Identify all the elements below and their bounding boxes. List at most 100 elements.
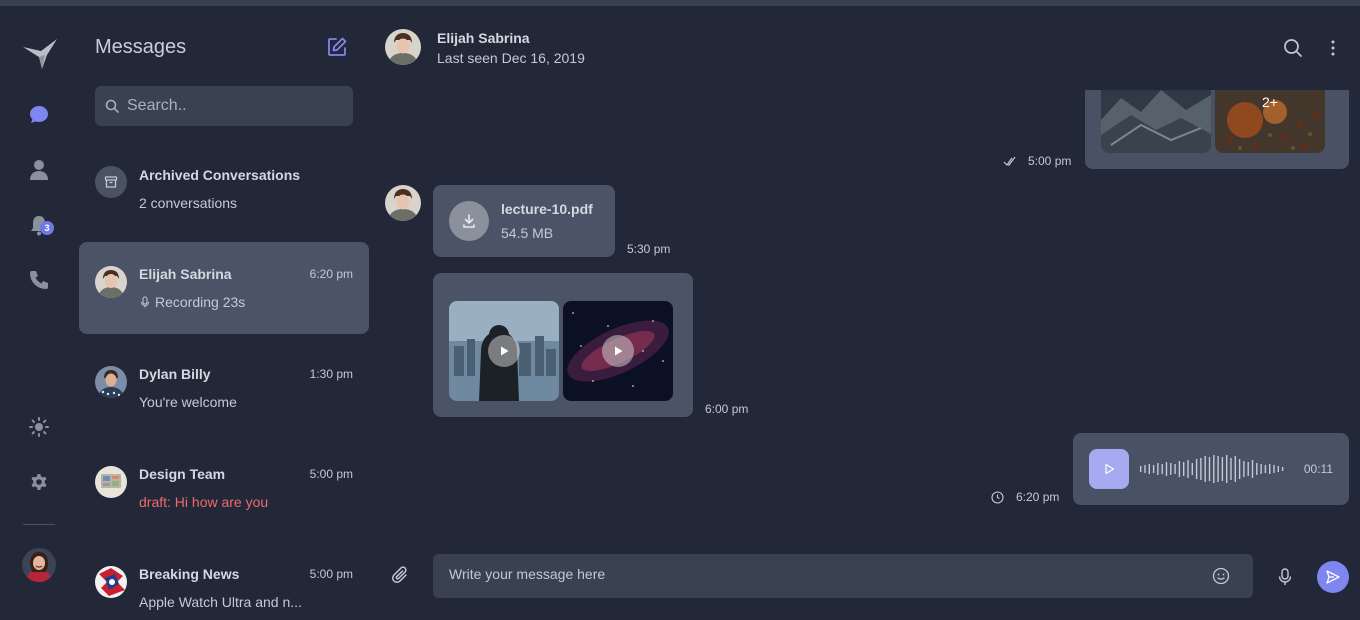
contact-avatar[interactable]: [385, 29, 421, 65]
avatar: [95, 466, 127, 498]
file-name[interactable]: lecture-10.pdf: [501, 201, 593, 217]
gear-icon[interactable]: [27, 470, 51, 494]
archived-conversations-title[interactable]: Archived Conversations: [139, 167, 300, 183]
gallery-image-pumpkins[interactable]: 2+: [1215, 90, 1325, 153]
nav-rail: 3: [0, 6, 79, 620]
search-input[interactable]: [127, 97, 347, 115]
waveform-bar: [1226, 455, 1228, 483]
audio-waveform[interactable]: [1139, 453, 1289, 485]
message-time: 5:30 pm: [627, 242, 671, 256]
audio-duration: 00:11: [1303, 462, 1333, 476]
waveform-bar: [1277, 466, 1279, 472]
send-button[interactable]: [1317, 561, 1349, 593]
my-avatar[interactable]: [22, 548, 56, 582]
conversation-time: 5:00 pm: [309, 467, 353, 481]
waveform-bar: [1260, 464, 1262, 474]
conversation-item[interactable]: Design Team 5:00 pm draft: Hi how are yo…: [79, 442, 369, 534]
waveform-bar: [1174, 464, 1176, 474]
waveform-bar: [1243, 461, 1245, 477]
conversation-preview-text: Recording 23s: [155, 294, 246, 310]
conversation-preview: Recording 23s: [139, 294, 245, 310]
avatar: [95, 266, 127, 298]
waveform-bar: [1251, 460, 1254, 478]
waveform-bar: [1187, 460, 1189, 478]
conversation-item[interactable]: Breaking News 5:00 pm Apple Watch Ultra …: [79, 542, 369, 620]
waveform-bar: [1234, 456, 1236, 482]
waveform-bar: [1178, 461, 1181, 477]
waveform-bar: [1217, 456, 1219, 482]
waveform-bar: [1191, 463, 1193, 475]
chat-bubble-icon[interactable]: [27, 103, 51, 127]
rail-divider: [23, 524, 55, 525]
search-icon[interactable]: [1283, 38, 1303, 58]
message-time: 6:20 pm: [1016, 490, 1060, 504]
sidebar-title: Messages: [95, 36, 187, 58]
logo-bird-icon[interactable]: [20, 34, 60, 74]
file-message: lecture-10.pdf 54.5 MB: [433, 185, 615, 257]
waveform-bar: [1170, 463, 1172, 475]
emoji-icon[interactable]: [1212, 567, 1230, 585]
play-icon[interactable]: [602, 335, 634, 367]
message-time: 6:00 pm: [705, 402, 749, 416]
waveform-bar: [1213, 455, 1215, 483]
phone-icon[interactable]: [27, 268, 51, 292]
conversation-time: 6:20 pm: [309, 267, 353, 281]
conversation-name: Design Team: [139, 466, 226, 482]
conversation-name: Dylan Billy: [139, 366, 211, 382]
message-input[interactable]: [449, 566, 1189, 582]
message-composer: [433, 554, 1253, 598]
clock-icon: [991, 491, 1004, 509]
video-gallery-message: [433, 273, 693, 417]
sender-avatar: [385, 185, 421, 221]
conversation-sidebar: Messages Archived Conversations 2 conver…: [79, 6, 369, 620]
waveform-bar: [1200, 458, 1202, 480]
archived-count: 2 conversations: [139, 195, 238, 211]
waveform-bar: [1247, 462, 1249, 476]
conversation-draft-preview: draft: Hi how are you: [139, 494, 269, 510]
last-seen-status: Last seen Dec 16, 2019: [437, 50, 585, 66]
waveform-bar: [1148, 464, 1150, 474]
gallery-image-mountain[interactable]: [1101, 90, 1211, 153]
conversation-preview: Apple Watch Ultra and n...: [139, 594, 302, 610]
play-icon: [1105, 463, 1115, 475]
avatar: [95, 566, 127, 598]
waveform-bar: [1238, 459, 1241, 479]
search-icon: [105, 99, 119, 113]
waveform-bar: [1140, 466, 1142, 472]
waveform-bar: [1183, 462, 1185, 476]
conversation-time: 5:00 pm: [309, 567, 353, 581]
waveform-bar: [1281, 467, 1284, 471]
compose-icon[interactable]: [326, 36, 350, 60]
video-thumbnail-city[interactable]: [449, 301, 559, 401]
sun-icon[interactable]: [27, 415, 51, 439]
download-icon[interactable]: [449, 201, 489, 241]
waveform-bar: [1264, 465, 1267, 473]
microphone-icon[interactable]: [1275, 567, 1295, 587]
audio-play-button[interactable]: [1089, 449, 1129, 489]
conversation-item[interactable]: Elijah Sabrina 6:20 pm Recording 23s: [79, 242, 369, 334]
contact-name: Elijah Sabrina: [437, 30, 530, 46]
search-box[interactable]: [95, 86, 353, 126]
waveform-bar: [1208, 457, 1211, 481]
waveform-bar: [1273, 465, 1275, 473]
file-size: 54.5 MB: [501, 225, 554, 241]
conversation-item[interactable]: Dylan Billy 1:30 pm You're welcome: [79, 342, 369, 434]
waveform-bar: [1152, 465, 1155, 473]
attachment-icon[interactable]: [391, 566, 411, 586]
waveform-bar: [1256, 463, 1258, 475]
notification-badge: 3: [40, 221, 54, 235]
archive-icon[interactable]: [95, 166, 127, 198]
user-icon[interactable]: [27, 158, 51, 182]
waveform-bar: [1144, 465, 1146, 473]
avatar: [95, 366, 127, 398]
waveform-bar: [1230, 458, 1232, 480]
double-check-icon: [1003, 154, 1017, 172]
video-thumbnail-galaxy[interactable]: [563, 301, 673, 401]
play-icon[interactable]: [488, 335, 520, 367]
chat-panel: Elijah Sabrina Last seen Dec 16, 2019 2+…: [369, 6, 1360, 620]
message-time: 5:00 pm: [1028, 154, 1072, 168]
waveform-bar: [1221, 457, 1224, 481]
more-vertical-icon[interactable]: [1323, 38, 1343, 58]
send-icon: [1326, 570, 1340, 584]
conversation-time: 1:30 pm: [309, 367, 353, 381]
